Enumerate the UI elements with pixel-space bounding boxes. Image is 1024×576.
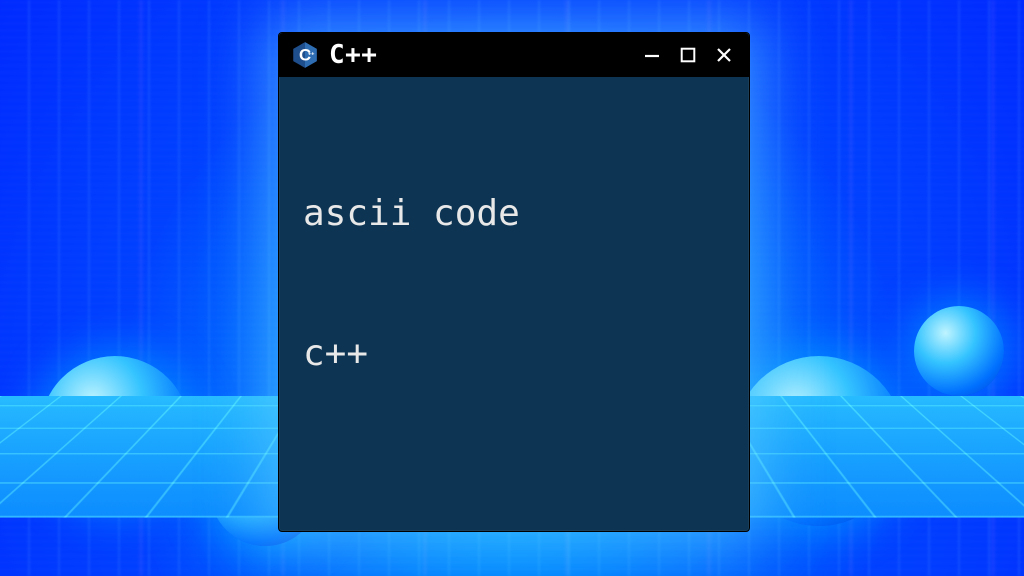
- svg-text:++: ++: [308, 52, 315, 58]
- glow-orb: [914, 306, 1004, 396]
- window-title: C++: [329, 40, 377, 70]
- titlebar[interactable]: C ++ C++: [279, 33, 749, 77]
- cpp-logo-icon: C ++: [291, 41, 319, 69]
- close-button[interactable]: [711, 42, 737, 68]
- terminal-line: ascii code: [303, 191, 725, 238]
- maximize-button[interactable]: [675, 42, 701, 68]
- minimize-button[interactable]: [639, 42, 665, 68]
- app-window: C ++ C++ ascii code c++: [278, 32, 750, 532]
- terminal-body: ascii code c++: [279, 77, 749, 491]
- terminal-line: c++: [303, 331, 725, 378]
